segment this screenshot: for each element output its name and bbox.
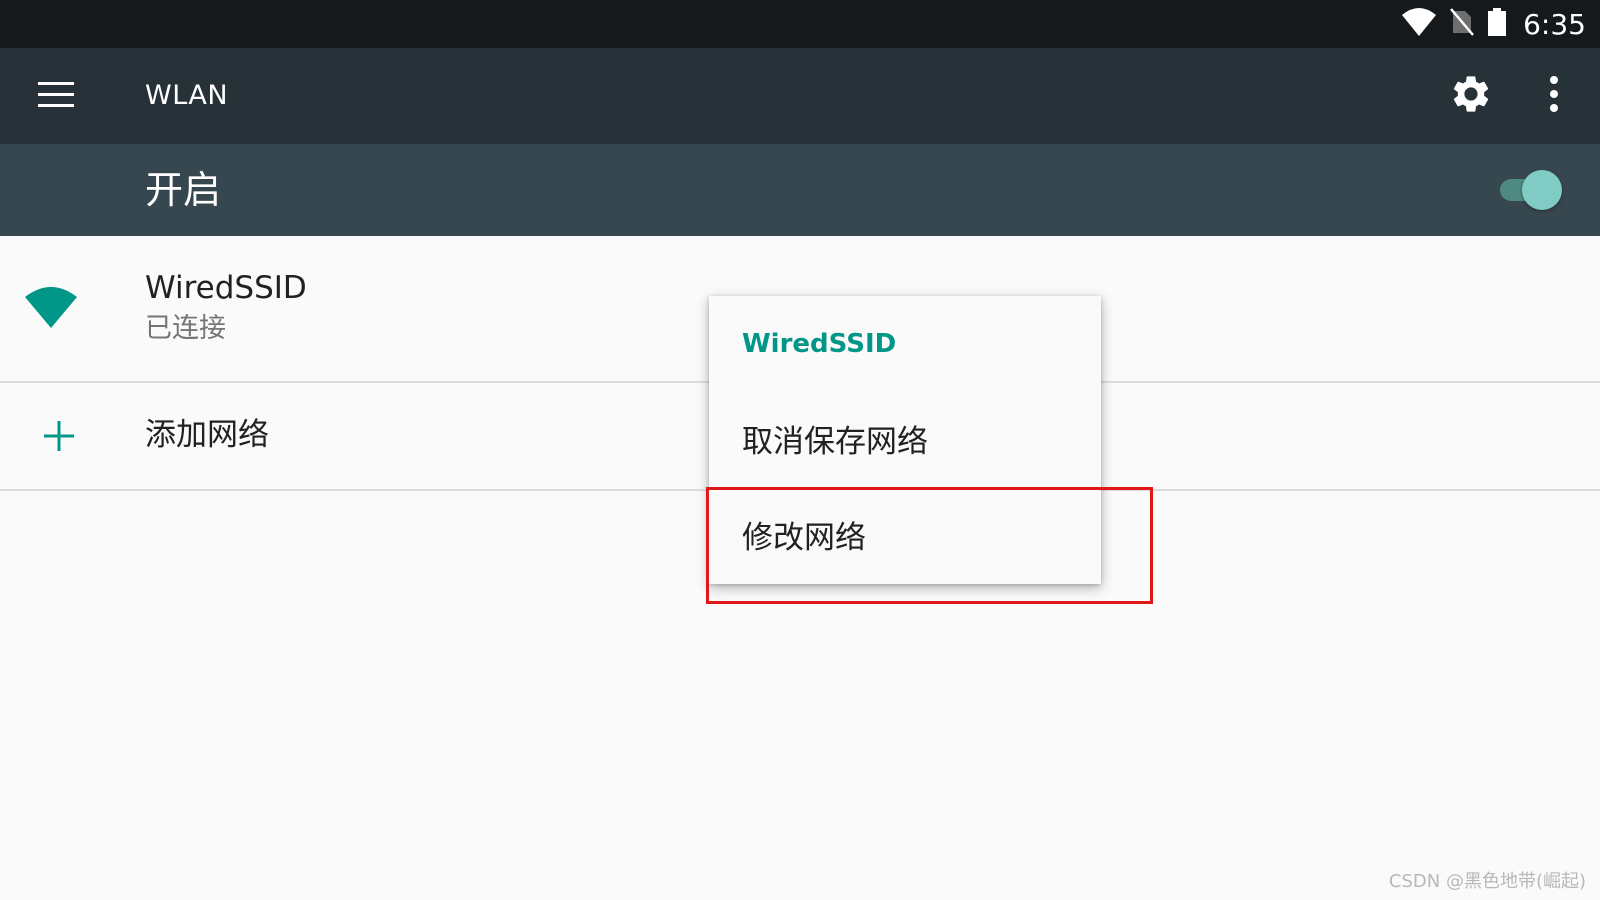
overflow-menu-icon[interactable] [1542,74,1566,114]
network-status: 已连接 [145,313,226,344]
app-bar: WLAN [0,48,1600,144]
watermark: CSDN @黑色地带(崛起) [1388,871,1586,892]
battery-icon [1487,7,1507,41]
wifi-full-icon [24,287,78,329]
toggle-thumb [1522,170,1562,210]
network-name: WiredSSID [145,270,307,306]
forget-network-menu-item[interactable]: 取消保存网络 [709,396,1101,488]
settings-icon[interactable] [1449,72,1493,116]
menu-item-label: 取消保存网络 [742,424,928,460]
page-title: WLAN [145,80,229,111]
wlan-switch-bar[interactable]: 开启 [0,144,1600,236]
add-network-label: 添加网络 [145,417,269,453]
menu-item-label: 修改网络 [742,520,866,556]
status-icons: 6:35 [1401,0,1586,48]
context-menu: WiredSSID 取消保存网络 修改网络 [709,296,1101,584]
plus-icon [44,421,74,451]
status-bar: 6:35 [0,0,1600,48]
menu-icon[interactable] [38,82,74,108]
wlan-toggle[interactable] [1500,170,1562,210]
context-menu-title: WiredSSID [742,329,897,359]
wlan-switch-label: 开启 [145,168,222,212]
no-sim-icon [1449,7,1475,41]
status-time: 6:35 [1523,7,1586,41]
modify-network-menu-item[interactable]: 修改网络 [709,492,1101,584]
wifi-signal-icon [1401,7,1437,41]
